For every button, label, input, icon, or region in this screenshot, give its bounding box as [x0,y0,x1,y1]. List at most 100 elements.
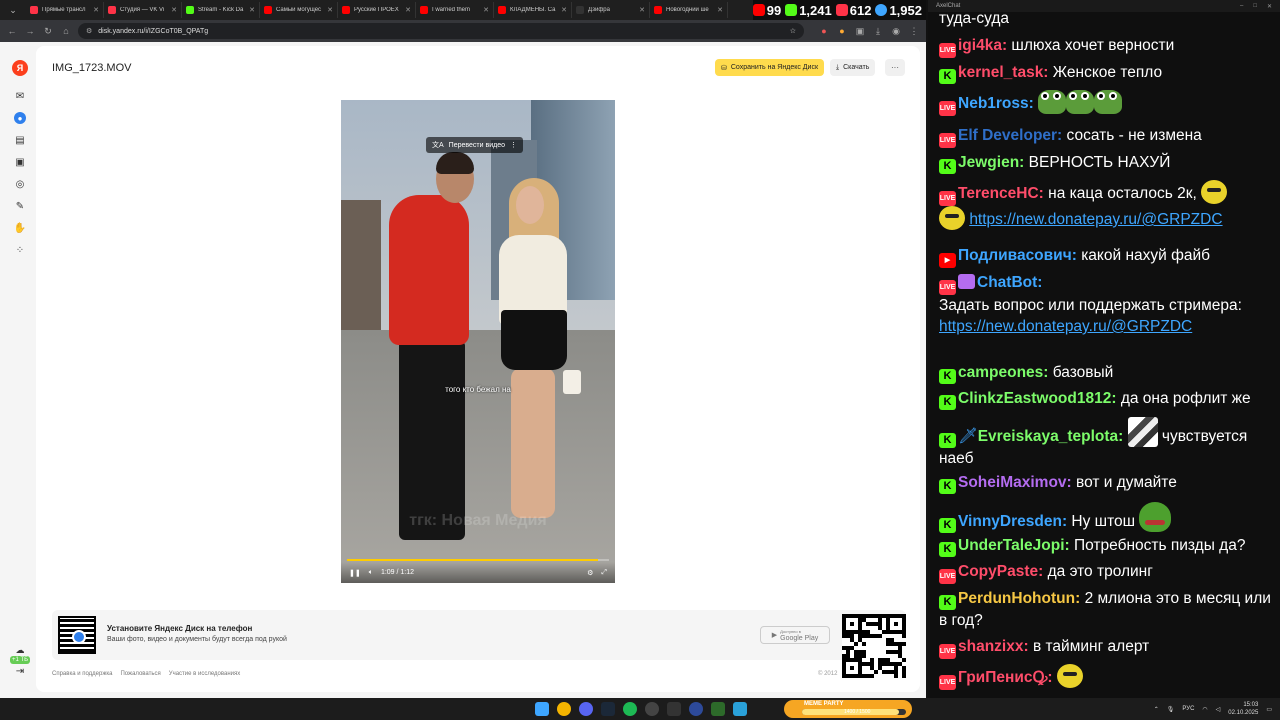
donate-link[interactable]: https://new.donatepay.ru/@GRPZDC [969,211,1222,228]
kick-icon: K [939,479,956,494]
video-progress-bar[interactable] [347,559,609,561]
telegram-icon[interactable] [733,702,747,716]
volume-icon[interactable]: 🔈︎ [369,569,373,577]
browser-tab[interactable]: Студия — VK Vi ✕ [104,2,182,18]
fullscreen-icon[interactable]: ⤢ [601,569,607,577]
extension-icon[interactable]: ● [836,25,848,37]
extensions-puzzle-icon[interactable]: ▣ [854,25,866,37]
extension-icon[interactable]: ● [818,25,830,37]
back-icon[interactable]: ← [6,25,18,37]
footer-link-research[interactable]: Участие в исследованиях [169,671,241,677]
tab-close-icon[interactable]: ✕ [171,6,177,14]
tab-close-icon[interactable]: ✕ [717,6,723,14]
video-player[interactable]: 文A Перевести видео ⋮ того кто бежал на т… [341,100,615,583]
settings-gear-icon[interactable]: ⚙ [587,569,593,577]
pause-icon[interactable]: ❚❚ [349,569,361,577]
tab-close-icon[interactable]: ✕ [561,6,567,14]
browser-tab[interactable]: КЛАДМЕНЫ. Са ✕ [494,2,572,18]
translate-video-button[interactable]: 文A Перевести видео ⋮ [426,137,523,153]
mail-icon[interactable]: ✉ [14,90,26,102]
storage-badge[interactable]: ☁ +1 ТБ [10,645,30,664]
video-time: 1:09 / 1:12 [380,569,415,576]
clock[interactable]: 15:03 02.10.2025 [1228,701,1258,717]
address-bar[interactable]: ⚙ disk.yandex.ru/i/IZGCoT0B_QPATg ☆ [78,23,804,39]
app-icon[interactable] [667,702,681,716]
obs-icon[interactable] [645,702,659,716]
tab-favicon-icon [654,6,662,14]
reload-icon[interactable]: ↻ [42,25,54,37]
tab-search-icon[interactable]: ⌄ [6,3,20,17]
wifi-icon[interactable]: ◠ [1202,706,1207,713]
browser-tab[interactable]: Прямые трансл ✕ [26,2,104,18]
forms-icon[interactable]: ✋ [14,222,26,234]
start-icon[interactable] [535,702,549,716]
footer-link-help[interactable]: Справка и поддержка [52,671,112,677]
bookmark-star-icon[interactable]: ☆ [790,27,796,35]
more-options-button[interactable]: ··· [885,59,905,76]
browser-tab[interactable]: Дзифра ✕ [572,2,650,18]
video-subtitle: того кто бежал на [445,385,511,394]
chat-message: K Jewgien: ВЕРНОСТЬ НАХУЙ [939,152,1274,174]
tab-close-icon[interactable]: ✕ [93,6,99,14]
chat-message: K ClinkzEastwood1812: да она рофлит же [939,388,1274,410]
app-icon[interactable] [689,702,703,716]
app-promo-banner: Установите Яндекс Диск на телефон Ваши ф… [52,610,906,660]
docs-icon[interactable]: ▤ [14,134,26,146]
browser-window: ⌄ Прямые трансл ✕ Студия — VK Vi ✕ Stream - … [0,0,926,698]
copyright: © 2012 [818,671,838,677]
kebab-icon[interactable]: ⋮ [510,141,517,149]
messenger-icon[interactable]: ◎ [14,178,26,190]
site-info-icon[interactable]: ⚙ [86,27,92,35]
footer-link-report[interactable]: Пожаловаться [120,671,160,677]
yandex-logo-icon[interactable]: Я [12,60,28,76]
chrome-icon[interactable] [557,702,571,716]
translate-icon: 文A [432,142,444,149]
notification-icon[interactable]: ▭ [1266,706,1272,713]
home-icon[interactable]: ⌂ [60,25,72,37]
steam-icon[interactable] [601,702,615,716]
save-to-disk-button[interactable]: ⛁ Сохранить на Яндекс Диск [715,59,825,76]
telemost-icon[interactable]: ▣ [14,156,26,168]
chat-message: K 🗡︎Evreiskaya_teplota: чувствуется наеб [939,417,1274,469]
mic-icon[interactable]: 🎙︎ [1167,706,1175,713]
frog-emote-icon [1066,90,1095,114]
google-play-button[interactable]: ▶ Доступно в Google Play [760,626,830,644]
tab-close-icon[interactable]: ✕ [249,6,255,14]
menu-kebab-icon[interactable]: ⋮ [908,25,920,37]
notes-icon[interactable]: ✎ [14,200,26,212]
stream-stats-overlay: 99 1,241 612 1,952 [752,0,926,20]
tab-close-icon[interactable]: ✕ [483,6,489,14]
browser-tab[interactable]: Русские ПРОЕХ ✕ [338,2,416,18]
volume-icon[interactable]: ◁ [1216,706,1221,713]
browser-tab[interactable]: I warned them ✕ [416,2,494,18]
forward-icon[interactable]: → [24,25,36,37]
windows-taskbar: MEME PARTY 1400 / 1500 ⌃ 🎙︎ РУС ◠ ◁ 15:0… [0,698,1280,720]
logout-icon[interactable]: ⇥ [14,665,26,677]
qr-cell [894,622,898,626]
spotify-icon[interactable] [623,702,637,716]
all-services-icon[interactable]: ⁘ [14,244,26,256]
tab-close-icon[interactable]: ✕ [405,6,411,14]
discord-icon[interactable] [579,702,593,716]
sprite-emote-icon [1127,417,1158,447]
app-icon[interactable] [711,702,725,716]
language-indicator[interactable]: РУС [1182,706,1194,712]
chevron-up-icon[interactable]: ⌃ [1154,706,1159,713]
browser-tab[interactable]: Stream - Kick Da ✕ [182,2,260,18]
tab-close-icon[interactable]: ✕ [639,6,645,14]
url-text: disk.yandex.ru/i/IZGCoT0B_QPATg [98,27,209,35]
download-icon[interactable]: ⤓ [872,25,884,37]
chat-overlay: AxelChat – □ ✕ туда-суда LIVE igi4ka: шлюха… [928,0,1280,698]
stat-youtube: 99 [752,3,781,18]
disk-icon[interactable]: ● [14,112,26,124]
chat-message: туда-суда [939,10,1009,27]
profile-icon[interactable]: ◉ [890,25,902,37]
video-controls: ❚❚ 🔈︎ 1:09 / 1:12 ⚙ ⤢ [341,562,615,583]
chat-message: LIVE Elf Developer: сосать - не измена [939,125,1274,148]
donate-link[interactable]: https://new.donatepay.ru/@GRPZDC [939,318,1192,335]
qr-cell [854,642,858,646]
download-button[interactable]: ⤓ Скачать [830,59,876,76]
browser-tab[interactable]: Новогодний ше ✕ [650,2,728,18]
tab-close-icon[interactable]: ✕ [327,6,333,14]
browser-tab[interactable]: Самый могущес ✕ [260,2,338,18]
